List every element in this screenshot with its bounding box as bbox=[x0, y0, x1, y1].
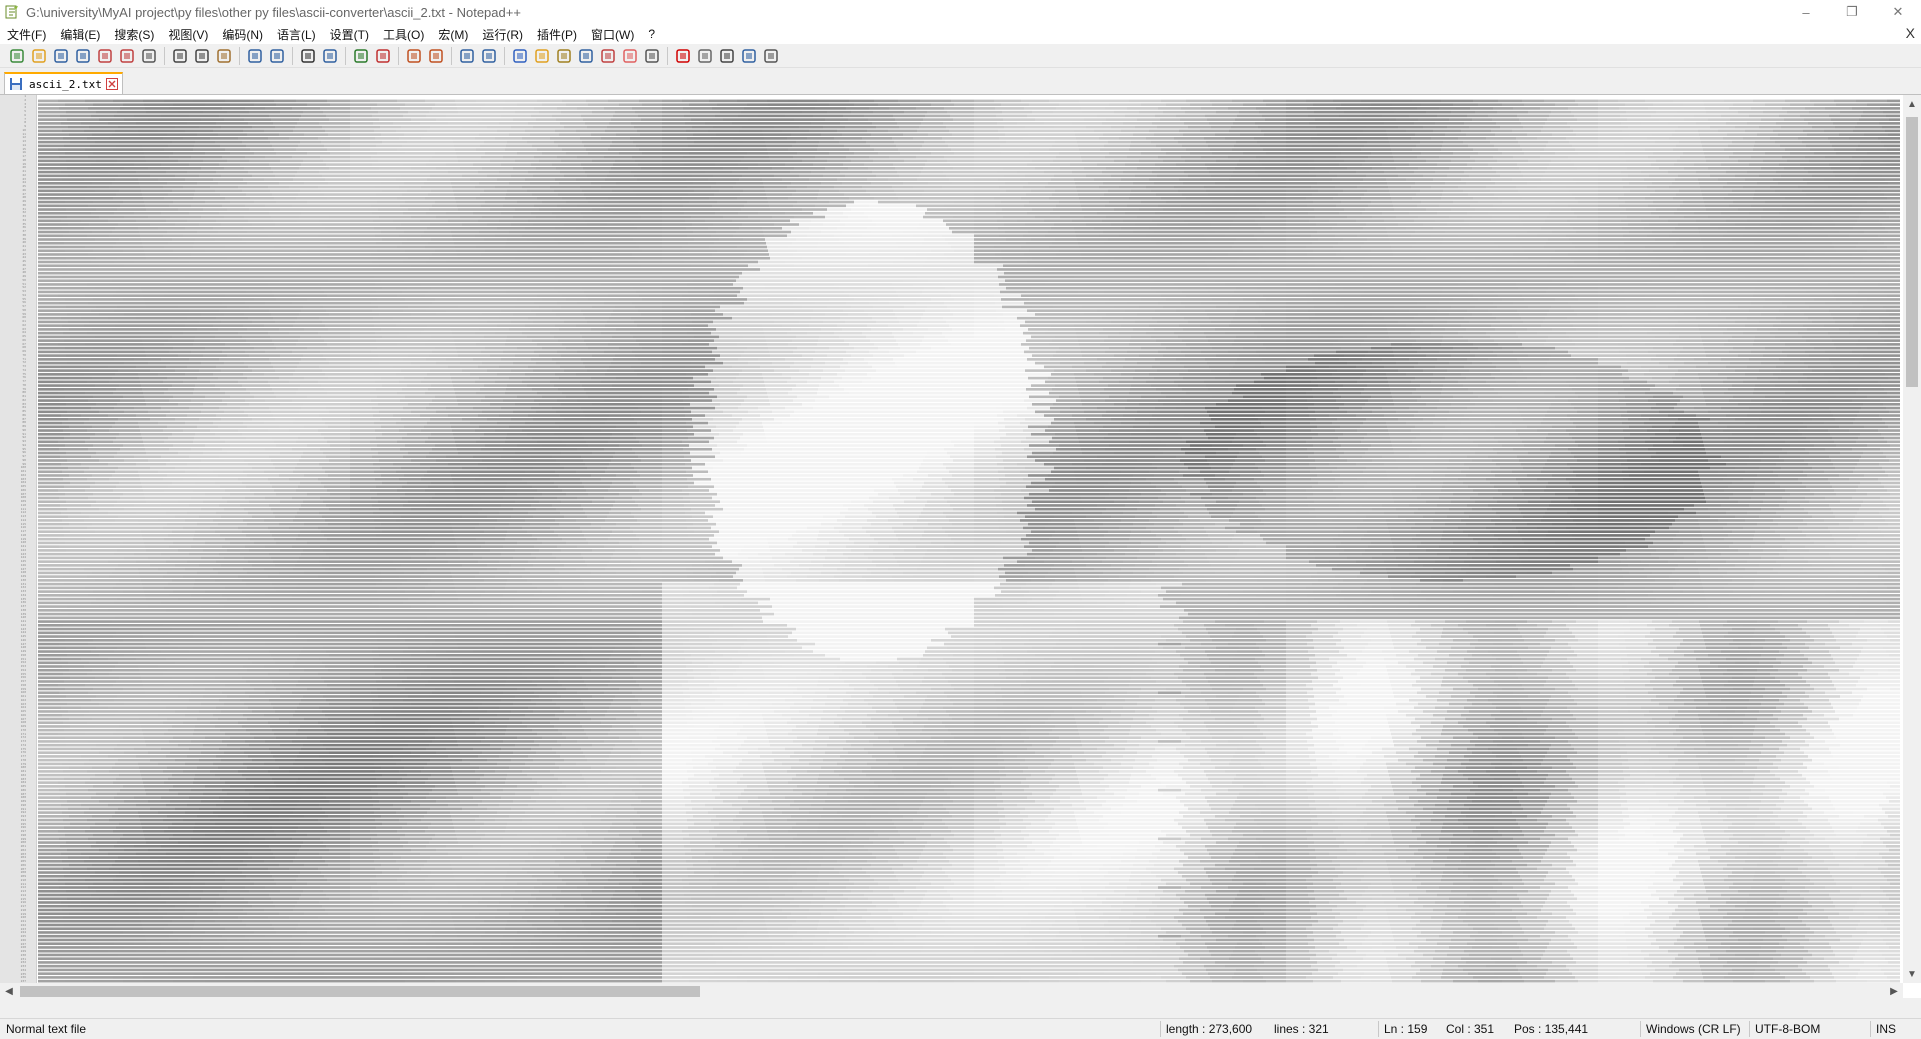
folder-workspace-icon[interactable] bbox=[621, 47, 639, 65]
notepadpp-app-icon bbox=[5, 5, 18, 19]
open-file-icon[interactable] bbox=[30, 47, 48, 65]
print-icon[interactable] bbox=[140, 47, 158, 65]
indent-guide-icon[interactable] bbox=[511, 47, 529, 65]
stop-macro-icon[interactable] bbox=[696, 47, 714, 65]
redo-icon[interactable] bbox=[268, 47, 286, 65]
menu-window[interactable]: 窗口(W) bbox=[584, 26, 641, 43]
word-wrap-icon[interactable] bbox=[458, 47, 476, 65]
menu-bar: 文件(F) 编辑(E) 搜索(S) 视图(V) 编码(N) 语言(L) 设置(T… bbox=[0, 24, 1921, 44]
menu-search[interactable]: 搜索(S) bbox=[107, 26, 161, 43]
status-file-type: Normal text file bbox=[6, 1022, 87, 1036]
sync-horizontal-icon[interactable] bbox=[427, 47, 445, 65]
status-lines: lines : 321 bbox=[1274, 1022, 1329, 1036]
menu-tools[interactable]: 工具(O) bbox=[376, 26, 431, 43]
scroll-down-arrow-icon[interactable]: ▼ bbox=[1903, 965, 1921, 983]
menu-help[interactable]: ? bbox=[641, 27, 662, 41]
toolbar bbox=[0, 44, 1921, 68]
menu-view[interactable]: 视图(V) bbox=[161, 26, 215, 43]
menu-macro[interactable]: 宏(M) bbox=[431, 26, 475, 43]
horizontal-scrollbar[interactable]: ◀ ▶ bbox=[0, 983, 1903, 1000]
tab-ascii-2[interactable]: ascii_2.txt bbox=[4, 72, 123, 94]
status-ln: Ln : 159 bbox=[1384, 1022, 1428, 1036]
menu-language[interactable]: 语言(L) bbox=[270, 26, 323, 43]
close-window-button[interactable]: ✕ bbox=[1875, 0, 1921, 24]
menu-settings[interactable]: 设置(T) bbox=[323, 26, 376, 43]
tab-bar: ascii_2.txt bbox=[0, 68, 1921, 95]
scroll-left-arrow-icon[interactable]: ◀ bbox=[0, 983, 18, 1000]
show-all-chars-icon[interactable] bbox=[480, 47, 498, 65]
minimize-button[interactable]: – bbox=[1783, 0, 1829, 24]
sync-vertical-icon[interactable] bbox=[405, 47, 423, 65]
status-length: length : 273,600 bbox=[1166, 1022, 1253, 1036]
cut-icon[interactable] bbox=[171, 47, 189, 65]
save-macro-icon[interactable] bbox=[762, 47, 780, 65]
copy-icon[interactable] bbox=[193, 47, 211, 65]
replace-icon[interactable] bbox=[321, 47, 339, 65]
status-insert-mode[interactable]: INS bbox=[1876, 1022, 1896, 1036]
find-icon[interactable] bbox=[299, 47, 317, 65]
menu-edit[interactable]: 编辑(E) bbox=[53, 26, 107, 43]
scroll-right-arrow-icon[interactable]: ▶ bbox=[1885, 983, 1903, 1000]
zoom-out-icon[interactable] bbox=[374, 47, 392, 65]
function-list-icon[interactable] bbox=[599, 47, 617, 65]
restore-button[interactable]: ❐ bbox=[1829, 0, 1875, 24]
record-macro-icon[interactable] bbox=[674, 47, 692, 65]
window-title: G:\university\MyAI project\py files\othe… bbox=[26, 4, 521, 20]
monitoring-icon[interactable] bbox=[643, 47, 661, 65]
vertical-scrollbar[interactable]: ▲ ▼ bbox=[1903, 95, 1921, 983]
menu-plugins[interactable]: 插件(P) bbox=[530, 26, 584, 43]
editor-area[interactable]: 1 2 3 4 5 6 7 8 9 10 11 12 13 14 15 16 17 18 19 20 21 22 23 24 2… bbox=[0, 95, 1921, 1000]
vertical-scroll-thumb[interactable] bbox=[1906, 117, 1918, 387]
saved-file-icon bbox=[10, 78, 22, 90]
save-all-icon[interactable] bbox=[74, 47, 92, 65]
udl-icon[interactable] bbox=[533, 47, 551, 65]
run-macro-multiple-icon[interactable] bbox=[740, 47, 758, 65]
zoom-in-icon[interactable] bbox=[352, 47, 370, 65]
status-encoding[interactable]: UTF-8-BOM bbox=[1755, 1022, 1820, 1036]
tab-close-icon[interactable] bbox=[105, 78, 118, 90]
scroll-up-arrow-icon[interactable]: ▲ bbox=[1903, 95, 1921, 113]
status-bar: Normal text file length : 273,600 lines … bbox=[0, 1018, 1921, 1039]
close-all-icon[interactable] bbox=[118, 47, 136, 65]
play-macro-icon[interactable] bbox=[718, 47, 736, 65]
title-bar: G:\university\MyAI project\py files\othe… bbox=[0, 0, 1921, 24]
save-icon[interactable] bbox=[52, 47, 70, 65]
ascii-art-text[interactable] bbox=[38, 99, 1900, 983]
new-file-icon[interactable] bbox=[8, 47, 26, 65]
doc-list-icon[interactable] bbox=[577, 47, 595, 65]
close-icon[interactable] bbox=[96, 47, 114, 65]
line-number-gutter[interactable]: 1 2 3 4 5 6 7 8 9 10 11 12 13 14 15 16 17 18 19 20 21 22 23 24 2… bbox=[0, 95, 37, 987]
menu-encoding[interactable]: 编码(N) bbox=[215, 26, 270, 43]
status-col: Col : 351 bbox=[1446, 1022, 1495, 1036]
undo-icon[interactable] bbox=[246, 47, 264, 65]
close-document-button[interactable]: X bbox=[1906, 25, 1915, 41]
doc-map-icon[interactable] bbox=[555, 47, 573, 65]
status-pos: Pos : 135,441 bbox=[1514, 1022, 1589, 1036]
horizontal-scroll-thumb[interactable] bbox=[20, 986, 700, 997]
menu-run[interactable]: 运行(R) bbox=[475, 26, 530, 43]
menu-file[interactable]: 文件(F) bbox=[0, 26, 53, 43]
status-eol[interactable]: Windows (CR LF) bbox=[1646, 1022, 1741, 1036]
tab-label: ascii_2.txt bbox=[29, 77, 102, 91]
paste-icon[interactable] bbox=[215, 47, 233, 65]
